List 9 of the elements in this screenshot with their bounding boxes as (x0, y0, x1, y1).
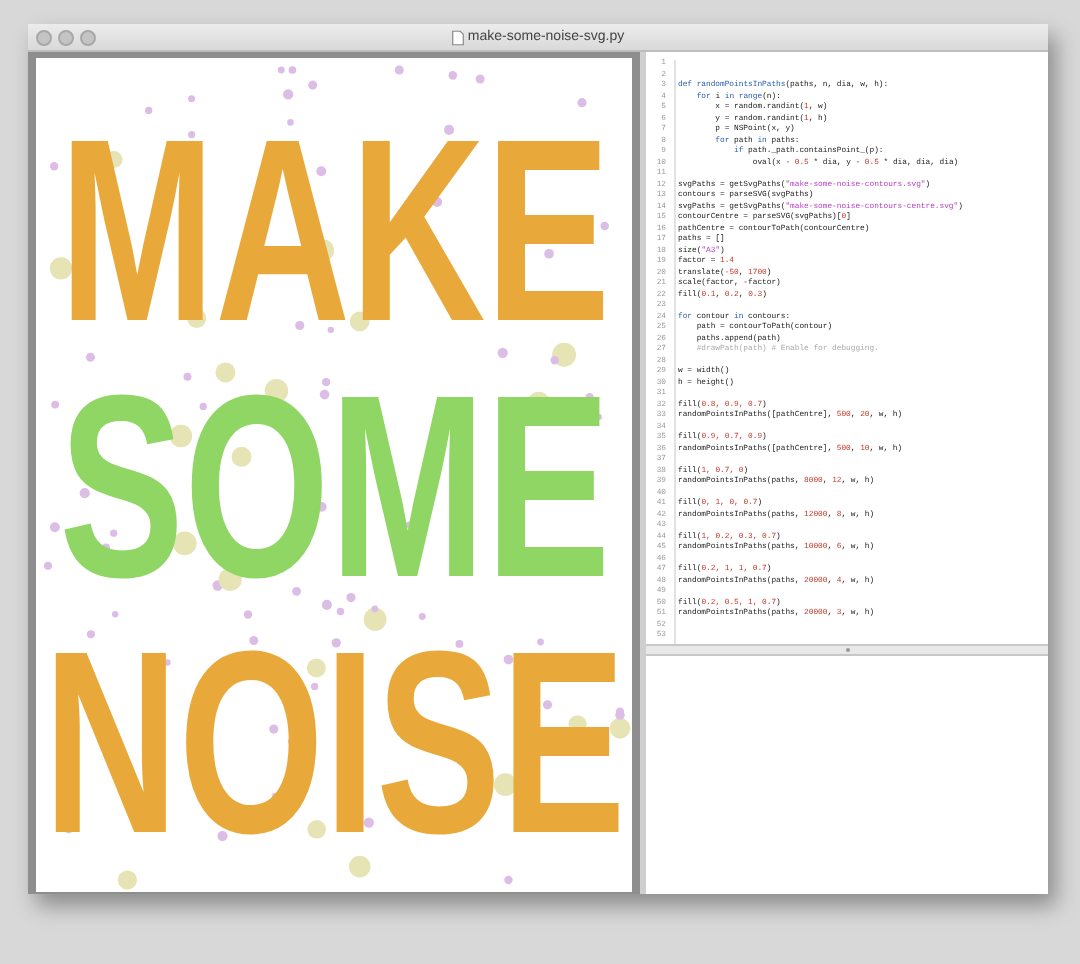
split-handle[interactable] (646, 644, 1048, 656)
artwork-text: MAKE (58, 102, 610, 358)
artwork-text: NOISE (42, 614, 626, 870)
zoom-button[interactable] (80, 29, 96, 45)
artwork-text: SOME (58, 358, 610, 614)
minimize-button[interactable] (58, 29, 74, 45)
document-icon (451, 29, 464, 45)
close-button[interactable] (36, 29, 52, 45)
code-editor[interactable] (646, 52, 1048, 644)
